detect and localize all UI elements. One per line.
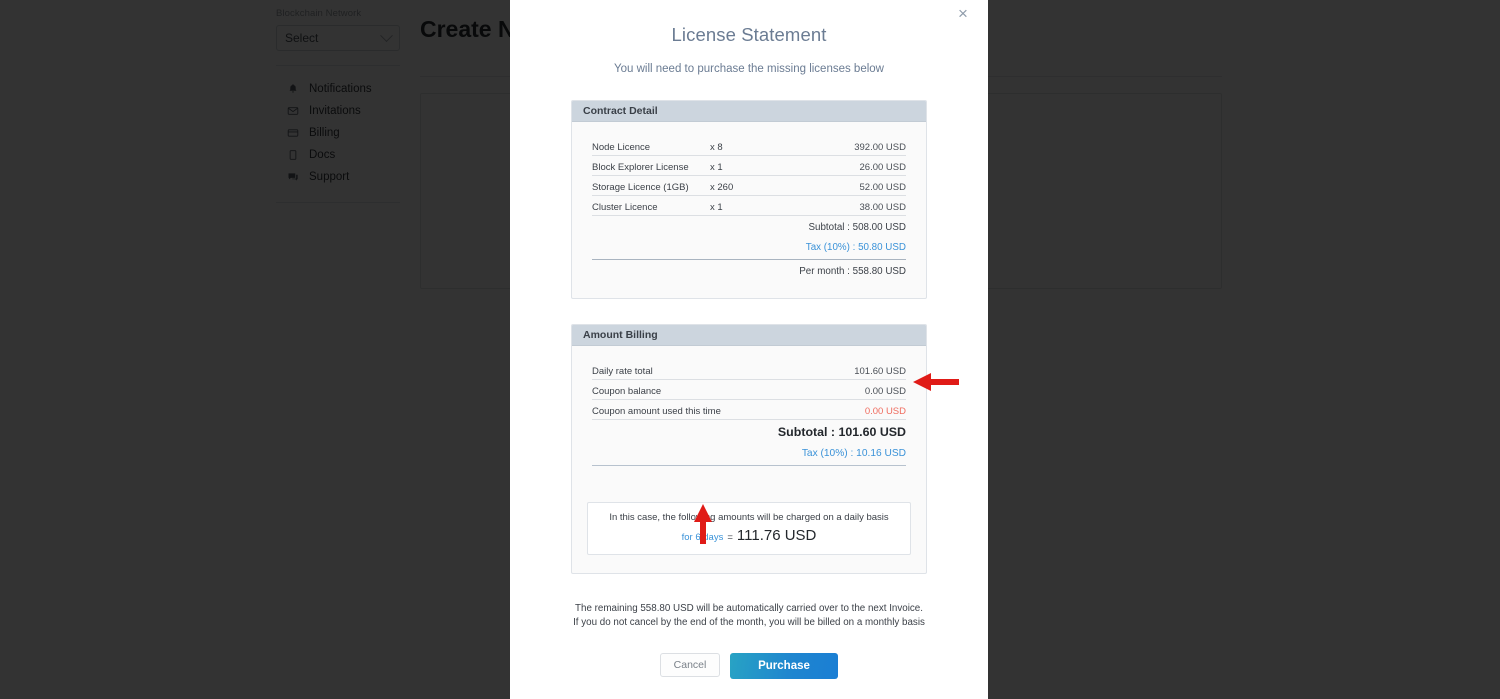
purchase-button[interactable]: Purchase: [730, 653, 838, 679]
footnote-line-2: If you do not cancel by the end of the m…: [573, 617, 925, 628]
contract-per-month: Per month : 558.80 USD: [799, 265, 906, 277]
table-row: Coupon amount used this time 0.00 USD: [592, 400, 906, 420]
line-item-name: Coupon balance: [592, 386, 662, 397]
table-row: Daily rate total 101.60 USD: [592, 360, 906, 380]
amount-billing-panel: Amount Billing Daily rate total 101.60 U…: [571, 324, 927, 574]
line-item-name: Block Explorer License: [592, 162, 689, 173]
line-item-amount: 0.00 USD: [864, 386, 906, 397]
billing-total-rule: [592, 465, 906, 466]
cancel-button[interactable]: Cancel: [660, 653, 720, 677]
line-item-name: Daily rate total: [592, 366, 653, 377]
modal-footnote: The remaining 558.80 USD will be automat…: [510, 602, 988, 630]
contract-detail-body: Node Licence x 8 392.00 USD Block Explor…: [572, 122, 926, 298]
daily-charge-amount-row: for 6 days = 111.76 USD: [596, 527, 902, 544]
billing-subtotal: Subtotal : 101.60 USD: [777, 425, 906, 439]
table-row: Coupon balance 0.00 USD: [592, 380, 906, 400]
license-statement-modal: × License Statement You will need to pur…: [510, 0, 988, 699]
line-item-amount: 101.60 USD: [854, 366, 906, 377]
billing-tax: Tax (10%) : 10.16 USD: [801, 447, 906, 459]
line-item-amount: 392.00 USD: [854, 142, 906, 153]
line-item-name: Coupon amount used this time: [592, 406, 721, 417]
table-row: Cluster Licence x 1 38.00 USD: [592, 196, 906, 216]
line-item-name: Storage Licence (1GB): [592, 182, 689, 193]
line-item-qty: x 260: [710, 182, 734, 193]
table-row: Block Explorer License x 1 26.00 USD: [592, 156, 906, 176]
close-icon[interactable]: ×: [954, 4, 972, 22]
modal-subtitle: You will need to purchase the missing li…: [614, 63, 884, 75]
amount-billing-body: Daily rate total 101.60 USD Coupon balan…: [572, 346, 926, 484]
daily-charge-days: for 6 days: [681, 532, 724, 543]
line-item-qty: x 8: [710, 142, 723, 153]
table-row: Node Licence x 8 392.00 USD: [592, 136, 906, 156]
modal-actions: Cancel Purchase: [510, 653, 988, 679]
line-item-name: Node Licence: [592, 142, 651, 153]
amount-billing-header: Amount Billing: [572, 325, 926, 346]
contract-tax: Tax (10%) : 50.80 USD: [805, 241, 906, 253]
daily-charge-box: In this case, the following amounts will…: [587, 502, 911, 555]
screen: Blockchain Network Select Notifications: [0, 0, 1500, 699]
modal-title: License Statement: [671, 24, 827, 45]
line-item-amount: 38.00 USD: [859, 202, 906, 213]
contract-subtotal: Subtotal : 508.00 USD: [808, 221, 907, 233]
daily-charge-note: In this case, the following amounts will…: [609, 512, 889, 523]
line-item-amount: 0.00 USD: [864, 406, 906, 417]
daily-charge-equals: =: [727, 532, 733, 543]
contract-detail-header: Contract Detail: [572, 101, 926, 122]
footnote-line-1: The remaining 558.80 USD will be automat…: [575, 603, 923, 614]
line-item-amount: 52.00 USD: [859, 182, 906, 193]
contract-detail-panel: Contract Detail Node Licence x 8 392.00 …: [571, 100, 927, 299]
line-item-amount: 26.00 USD: [859, 162, 906, 173]
daily-charge-total: 111.76 USD: [736, 527, 817, 544]
line-item-name: Cluster Licence: [592, 202, 658, 213]
line-item-qty: x 1: [710, 202, 723, 213]
line-item-qty: x 1: [710, 162, 723, 173]
table-row: Storage Licence (1GB) x 260 52.00 USD: [592, 176, 906, 196]
